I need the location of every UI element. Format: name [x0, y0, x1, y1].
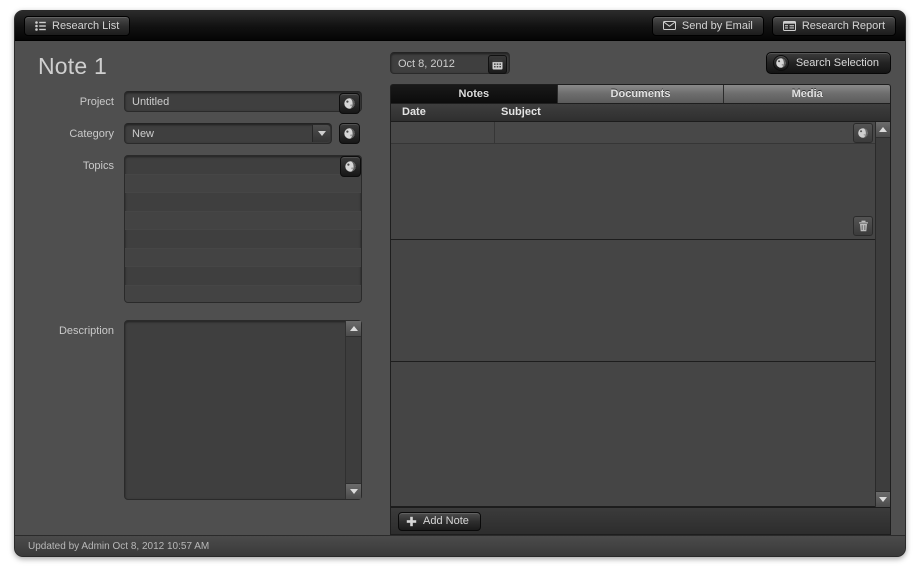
note-date-cell[interactable] [391, 122, 495, 143]
chevron-down-icon[interactable] [312, 125, 330, 142]
page-title: Note 1 [38, 53, 107, 79]
tab-documents[interactable]: Documents [557, 85, 725, 103]
note-block[interactable] [391, 362, 875, 507]
tab-media[interactable]: Media [724, 85, 890, 103]
scroll-up-arrow-icon[interactable] [346, 321, 361, 337]
project-field-row: Project Untitled [15, 91, 390, 114]
notes-footer: Add Note [391, 507, 890, 534]
note-search-button[interactable] [853, 123, 873, 143]
topics-row[interactable] [125, 267, 361, 286]
topics-row[interactable] [125, 285, 361, 302]
notes-table-body [391, 122, 890, 507]
research-report-button[interactable]: Research Report [771, 15, 896, 36]
notes-pane-header: Oct 8, 2012 Search Selection [390, 51, 891, 75]
envelope-icon [662, 21, 676, 30]
status-text: Updated by Admin Oct 8, 2012 10:57 AM [28, 540, 210, 552]
notes-scrollbar[interactable] [875, 122, 890, 507]
description-wrapper [124, 320, 362, 500]
note-delete-button[interactable] [853, 216, 873, 236]
research-list-button[interactable]: Research List [24, 15, 131, 36]
topics-row[interactable] [125, 248, 361, 267]
report-icon [782, 20, 796, 31]
scrollbar-track[interactable] [346, 337, 361, 483]
note-subject-cell[interactable] [495, 122, 875, 143]
calendar-icon [492, 59, 503, 70]
category-value: New [132, 128, 155, 140]
send-by-email-button[interactable]: Send by Email [651, 15, 764, 36]
project-label: Project [79, 96, 114, 108]
notes-table-header: Date Subject [391, 104, 890, 122]
scroll-down-arrow-icon[interactable] [876, 491, 890, 507]
date-input[interactable]: Oct 8, 2012 [390, 52, 510, 74]
globe-search-icon [344, 128, 355, 139]
category-search-button[interactable] [339, 123, 360, 144]
topics-label: Topics [82, 160, 114, 172]
window-body: Note 1 Project Untitled Category New Top… [15, 41, 905, 535]
topics-row[interactable] [125, 174, 361, 193]
notes-tabs: Notes Documents Media [390, 84, 891, 103]
list-icon [35, 20, 46, 31]
notes-pane: Oct 8, 2012 Search Selection Notes Docum… [390, 41, 905, 535]
project-value: Untitled [132, 96, 170, 108]
notes-panel: Date Subject Add Note [390, 103, 891, 535]
topics-row[interactable] [125, 193, 361, 212]
topics-field-row: Topics [15, 155, 390, 303]
topics-row[interactable] [125, 211, 361, 230]
table-row[interactable] [391, 122, 875, 144]
note-form-pane: Note 1 Project Untitled Category New Top… [15, 41, 390, 535]
scroll-down-arrow-icon[interactable] [346, 483, 361, 499]
topics-row[interactable] [125, 156, 361, 175]
send-by-email-label: Send by Email [681, 19, 753, 32]
scroll-up-arrow-icon[interactable] [876, 122, 890, 138]
description-textarea[interactable] [124, 320, 362, 500]
research-report-label: Research Report [801, 19, 885, 32]
search-selection-button[interactable]: Search Selection [765, 52, 891, 74]
add-note-button[interactable]: Add Note [398, 511, 481, 531]
note-block[interactable] [391, 240, 875, 362]
search-selection-icon-wrap [772, 55, 789, 71]
description-label: Description [58, 325, 114, 337]
trash-icon [858, 220, 868, 232]
toolbar-right-group: Send by Email Research Report [651, 15, 896, 36]
status-bar: Updated by Admin Oct 8, 2012 10:57 AM [15, 535, 905, 556]
topics-list[interactable] [124, 155, 362, 303]
category-field-row: Category New [15, 123, 390, 144]
globe-search-icon [858, 128, 868, 138]
tab-notes[interactable]: Notes [391, 85, 558, 103]
top-toolbar: Research List Send by Email Research Rep… [15, 11, 905, 41]
globe-search-icon [345, 161, 356, 172]
globe-search-icon [344, 98, 355, 109]
notes-rows [391, 122, 875, 507]
project-input[interactable]: Untitled [124, 91, 362, 114]
search-selection-label: Search Selection [795, 57, 879, 69]
topics-search-button[interactable] [340, 156, 361, 177]
description-field-row: Description [15, 320, 390, 500]
plus-icon [406, 516, 417, 527]
note-block[interactable] [391, 122, 875, 240]
description-scrollbar[interactable] [345, 321, 361, 499]
topics-list-wrapper [124, 155, 362, 303]
column-header-subject: Subject [501, 106, 541, 118]
date-value: Oct 8, 2012 [398, 58, 455, 70]
project-search-button[interactable] [339, 93, 360, 114]
application-window: Research List Send by Email Research Rep… [14, 10, 906, 557]
research-list-label: Research List [52, 19, 120, 32]
column-header-date: Date [402, 106, 426, 118]
scrollbar-track[interactable] [876, 138, 890, 491]
category-select[interactable]: New [124, 123, 332, 144]
calendar-button[interactable] [488, 55, 507, 74]
category-label: Category [69, 128, 114, 140]
add-note-label: Add Note [423, 515, 469, 527]
topics-row[interactable] [125, 230, 361, 249]
globe-search-icon [776, 58, 786, 68]
